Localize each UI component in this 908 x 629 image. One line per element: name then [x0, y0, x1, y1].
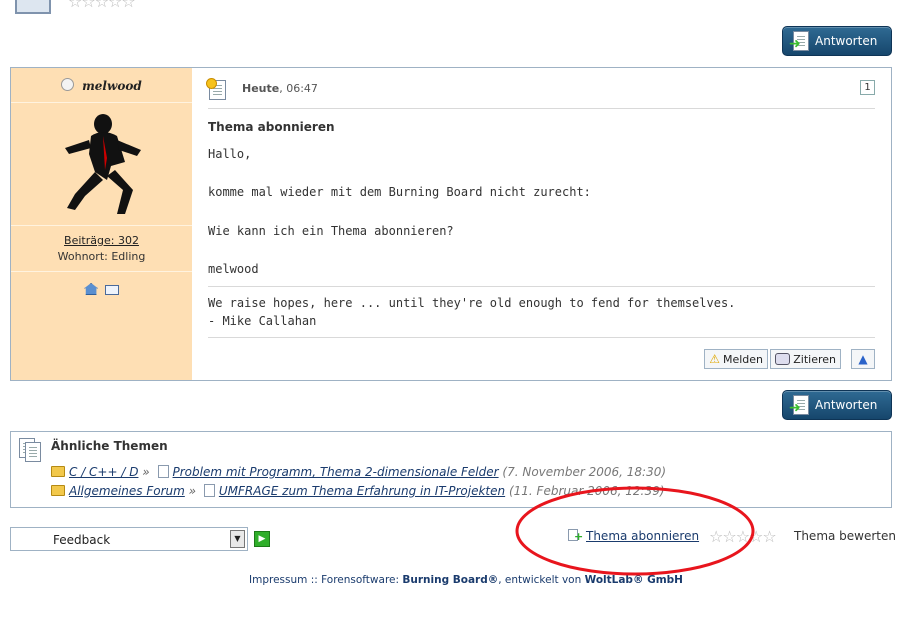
- homepage-icon[interactable]: [84, 283, 99, 295]
- posts-count[interactable]: Beiträge: 302: [11, 234, 192, 247]
- post-body-line-4: melwood: [208, 262, 259, 276]
- quote-icon: [775, 353, 791, 365]
- quote-button[interactable]: Zitieren: [770, 349, 841, 369]
- post-body-line-2: komme mal wieder mit dem Burning Board n…: [208, 185, 591, 199]
- topic-icon: [157, 465, 169, 478]
- location: Wohnort: Edling: [57, 250, 146, 263]
- arrow-up-icon: ▲: [858, 352, 868, 366]
- topic-date: (7. November 2006, 18:30): [502, 465, 667, 479]
- post-date: Heute: [242, 82, 280, 95]
- post-body-line-1: Hallo,: [208, 147, 252, 161]
- post-title: Thema abonnieren: [208, 120, 335, 134]
- select-value: Feedback: [53, 533, 111, 547]
- post-status-icon: [206, 78, 226, 100]
- similar-topics-icon: [19, 438, 41, 462]
- top-thumbnail: [15, 0, 51, 14]
- go-button[interactable]: ▶: [254, 531, 270, 547]
- post: melwood Beiträge: 302 Wohnort: Edling He…: [10, 67, 892, 381]
- go-to-top-button[interactable]: ▲: [851, 349, 875, 369]
- answer-button-bottom[interactable]: ➜ Antworten: [782, 390, 892, 420]
- post-time: , 06:47: [279, 82, 318, 95]
- similar-item: C / C++ / D » Problem mit Programm, Them…: [51, 465, 666, 479]
- dropdown-arrow-icon[interactable]: ▼: [230, 530, 245, 548]
- answer-label: Antworten: [815, 34, 878, 48]
- answer-label: Antworten: [815, 398, 878, 412]
- footer-prefix[interactable]: Impressum :: Forensoftware:: [249, 574, 402, 586]
- similar-topics-box: Ähnliche Themen C / C++ / D » Problem mi…: [10, 431, 892, 508]
- reply-icon: ➜: [789, 395, 809, 416]
- topic-icon: [203, 484, 215, 497]
- forum-jump-select[interactable]: Feedback ▼: [10, 527, 248, 551]
- rate-topic-label[interactable]: Thema bewerten: [794, 529, 896, 543]
- signature-line-2: - Mike Callahan: [208, 314, 317, 328]
- forum-link[interactable]: Allgemeines Forum: [69, 484, 185, 498]
- similar-topics-heading: Ähnliche Themen: [51, 439, 168, 453]
- answer-button-top[interactable]: ➜ Antworten: [782, 26, 892, 56]
- user-sidebar: melwood Beiträge: 302 Wohnort: Edling: [11, 68, 192, 380]
- email-icon[interactable]: [104, 285, 119, 295]
- forum-link[interactable]: C / C++ / D: [69, 465, 138, 479]
- report-button[interactable]: ⚠ Melden: [704, 349, 768, 369]
- avatar: [55, 110, 147, 218]
- topic-link[interactable]: Problem mit Programm, Thema 2-dimensiona…: [173, 465, 499, 479]
- footer-product[interactable]: Burning Board®: [402, 574, 498, 586]
- username[interactable]: melwood: [82, 79, 142, 93]
- top-rating-stars: ☆☆☆☆☆: [68, 0, 136, 11]
- signature-line-1: We raise hopes, here ... until they're o…: [208, 296, 736, 310]
- reply-icon: ➜: [789, 31, 809, 52]
- annotation-ellipse: [515, 486, 755, 576]
- topic-link[interactable]: UMFRAGE zum Thema Erfahrung in IT-Projek…: [219, 484, 505, 498]
- warning-icon: ⚠: [709, 352, 720, 366]
- post-number[interactable]: 1: [860, 80, 875, 95]
- post-content: Heute, 06:47 1 Thema abonnieren Hallo, k…: [206, 68, 875, 380]
- offline-status-icon: [61, 78, 75, 91]
- folder-icon: [51, 466, 65, 477]
- folder-icon: [51, 485, 65, 496]
- post-body-line-3: Wie kann ich ein Thema abonnieren?: [208, 224, 454, 238]
